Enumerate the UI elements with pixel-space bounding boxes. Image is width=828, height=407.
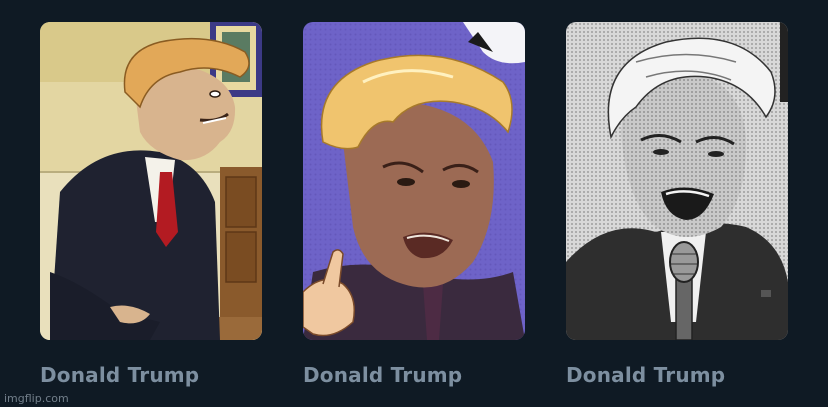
character-gallery-page: Donald Trump Donald Trump Donald Trump i… xyxy=(0,0,828,407)
character-thumbnail-anime[interactable] xyxy=(303,22,525,340)
manga-portrait-microphone-image xyxy=(566,22,788,340)
imgflip-watermark: imgflip.com xyxy=(4,392,69,405)
character-card[interactable]: Donald Trump xyxy=(566,22,788,388)
character-thumbnail-cartoon[interactable] xyxy=(40,22,262,340)
character-card-grid: Donald Trump Donald Trump Donald Trump xyxy=(40,22,788,388)
character-name[interactable]: Donald Trump xyxy=(303,362,525,388)
anime-portrait-pointing-image xyxy=(303,22,525,340)
cartoon-portrait-office-image xyxy=(40,22,262,340)
character-card[interactable]: Donald Trump xyxy=(40,22,262,388)
character-name[interactable]: Donald Trump xyxy=(40,362,262,388)
character-thumbnail-manga[interactable] xyxy=(566,22,788,340)
character-card[interactable]: Donald Trump xyxy=(303,22,525,388)
character-name[interactable]: Donald Trump xyxy=(566,362,788,388)
